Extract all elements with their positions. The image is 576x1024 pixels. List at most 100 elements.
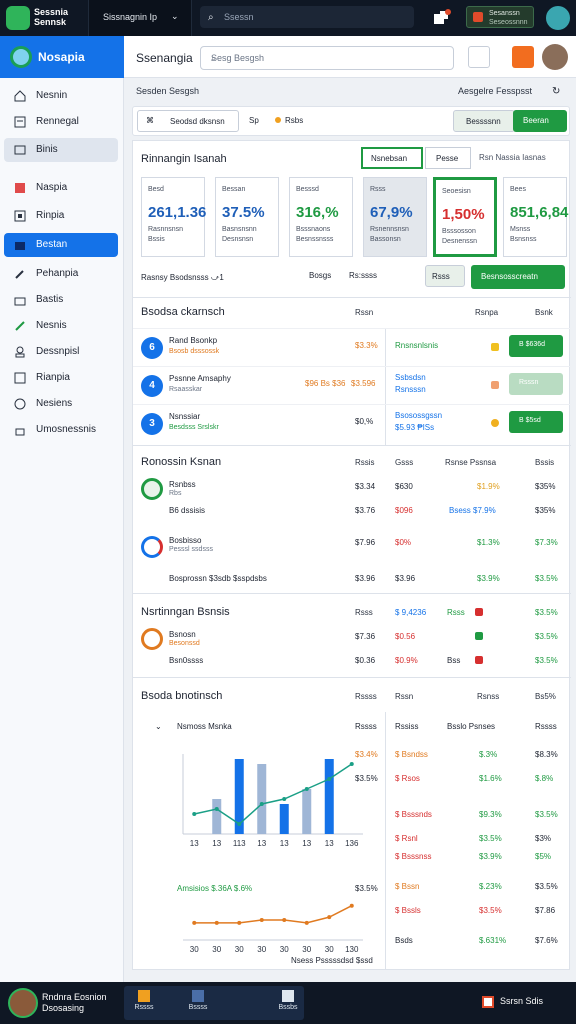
row-value: $0.36 (355, 656, 376, 665)
sidebar-item-6[interactable]: Pehanpia (4, 262, 118, 286)
tab-secondary[interactable]: Pesse (425, 147, 471, 169)
row-value: $3.96 (355, 574, 376, 583)
kpi-card[interactable]: Besssd 316,% Bsssnaons Besnssnsss (289, 177, 353, 257)
toolbar-rs[interactable]: Rsbs (285, 116, 303, 125)
filter-select-2[interactable]: Rs:ssss (349, 271, 377, 280)
table-row[interactable]: 4 Pssnne Amsaphy Rsaasskar $96 Bs $36 $3… (133, 366, 571, 404)
row-action-button[interactable]: B $636d (509, 335, 563, 357)
bottom-bar: Rndnra Eosnion Dsosasing Rssss Bssss Bss… (0, 982, 576, 1024)
row-value: $7.96 (355, 538, 376, 547)
list-value: $1.6% (479, 774, 502, 783)
row-title: Rand Bsonkp (169, 336, 218, 345)
list-value: $8.3% (535, 750, 558, 759)
column-header: Bs5% (535, 692, 556, 701)
sidebar-item-1[interactable]: Rennegal (4, 110, 118, 134)
dock-item[interactable]: Bssbs (270, 988, 306, 1018)
notification-chip[interactable]: Sesanssn Seseossnnn (466, 6, 534, 28)
sidebar-item-3[interactable]: Naspia (4, 176, 118, 200)
filter-button[interactable]: Rsss (425, 265, 465, 287)
workspace-icon (10, 46, 32, 68)
sidebar-item-7[interactable]: Bastis (4, 288, 118, 312)
filter-icon: ⌘ (146, 116, 154, 125)
row-action-button-disabled[interactable]: Rsssn (509, 373, 563, 395)
brand-subname: Sennsk (34, 17, 67, 27)
bottom-avatar[interactable] (8, 988, 38, 1018)
user-avatar[interactable] (544, 4, 572, 32)
create-button[interactable]: Besnsosscreatn (471, 265, 565, 289)
list-item: $ Bssls (395, 906, 421, 915)
list-value: $3.5% (535, 882, 558, 891)
column-header: Rssss (535, 722, 557, 731)
panel-title: Rinnangin Isanah (141, 153, 227, 165)
list-item: $ Bssn (395, 882, 420, 891)
filter-label[interactable]: Rasnsy Bsodsnsss ⤻1 (141, 273, 224, 283)
sidebar-item-2[interactable]: Binis (4, 138, 118, 162)
chart-bar (302, 789, 312, 834)
table-row[interactable]: 3 Nsnssiar Besdsss Srslskr $0,% Bsosossg… (133, 404, 571, 442)
toolbar-sp[interactable]: Sp (249, 116, 259, 125)
gear-icon[interactable] (512, 46, 534, 68)
search-icon: ⌕ (211, 53, 217, 63)
tab-dropdown[interactable]: Rsn Nassia Iasnas (479, 153, 546, 162)
sidebar-item-12[interactable]: Umosnessnis (4, 418, 118, 442)
column-header: Rsnpa (475, 308, 499, 317)
kpi-card-selected[interactable]: Seoesisn 1,50% Bsssosson Desnenssn (433, 177, 497, 257)
row-value: Bsess $7.9% (449, 506, 496, 515)
sidebar-item-4[interactable]: Rinpia (4, 204, 118, 228)
row-value: $0.9% (395, 656, 418, 665)
sidebar-item-10[interactable]: Rianpia (4, 366, 118, 390)
header-avatar[interactable] (542, 44, 568, 70)
upload-icon[interactable] (490, 46, 512, 68)
dock-item[interactable]: Bssss (180, 988, 216, 1018)
row-ref: Bsosossgssn (395, 411, 443, 420)
toolbar: ⌘ Seodsd dksnsn Sp Rsbs Bessssnn Beeran (132, 106, 570, 136)
kpi-label: Seoesisn (442, 188, 471, 195)
list-value: $5% (535, 852, 552, 861)
toolbar-outline-button[interactable]: Bessssnn (453, 110, 515, 132)
kpi-card[interactable]: Rsss 67,9% Rsnennsnsn Bassonsn (363, 177, 427, 257)
list-value: $3.5% (479, 834, 502, 843)
x-tick-label: 30 (257, 945, 266, 954)
toolbar-chip[interactable]: ⌘ Seodsd dksnsn (137, 110, 239, 132)
row-sub: Bsosb dsssossk (169, 348, 220, 355)
section-4: Bsoda bnotinsch Rssss Rssn Rsnss Bs5% ⌄ … (133, 677, 571, 971)
sidebar-item-11[interactable]: Nesiens (4, 392, 118, 416)
refresh-icon[interactable]: ↻ (552, 86, 560, 97)
tab-primary[interactable]: Nsnebsan (361, 147, 423, 169)
account-switcher[interactable]: Sissnagnin Ip ⌄ (88, 0, 192, 36)
list-value: $.8% (535, 774, 554, 783)
line-chart: 30 30 30 30 30 30 30 130 (183, 903, 363, 954)
list-value: $.3% (479, 750, 498, 759)
status-square-icon (475, 632, 483, 640)
sidebar-item-0[interactable]: Nesnin (4, 84, 118, 108)
sidebar-item-5[interactable]: Bestan (4, 233, 118, 257)
dock-item[interactable]: Rssss (126, 988, 162, 1018)
filter-select-1[interactable]: Bosgs (309, 271, 331, 280)
sidebar-item-8[interactable]: Nesnis (4, 314, 118, 338)
kpi-card[interactable]: Bees 851,6,84 Msnss Bsnsnss (503, 177, 569, 257)
page-search-input[interactable]: Sesg Besgsh ⌕ (200, 46, 454, 70)
x-tick-label: 13 (212, 839, 221, 848)
row-action-button[interactable]: B $5sd (509, 411, 563, 433)
kpi-card[interactable]: Bessan 37.5% Basnsnsnn Desnsnsn (215, 177, 279, 257)
sidebar-item-9[interactable]: Dessnpisl (4, 340, 118, 364)
global-search[interactable]: ⌕ Ssessn (200, 6, 414, 28)
row-value: $096 (395, 506, 413, 515)
row-ref: Ssbsdsn (395, 373, 426, 382)
kpi-value: 851,6,84 (510, 204, 569, 221)
kpi-card[interactable]: Besd 261,1.36 Rasnnsnsn Bssis (141, 177, 206, 257)
list-value: $.631% (479, 936, 507, 945)
section-2: Ronossin Ksnan Rssis Gsss Rsnse Pssnsa B… (133, 445, 571, 589)
notifications-icon[interactable] (432, 8, 452, 28)
row-sub: Rbs (169, 490, 182, 497)
kpi-label: Rsss (370, 186, 386, 193)
chevron-down-icon[interactable]: ⌄ (155, 722, 162, 731)
bag-icon (14, 294, 26, 306)
notif-line2: Seseossnnn (489, 19, 528, 26)
breadcrumb[interactable]: Sesden Sesgsh (136, 86, 199, 96)
toolbar-primary-button[interactable]: Beeran (513, 110, 567, 132)
bag-icon[interactable] (468, 46, 490, 68)
table-row[interactable]: 6 Rand Bsonkp Bsosb dsssossk $3.3% Rnsns… (133, 328, 571, 366)
page-title: Ssenangia (136, 51, 193, 65)
breadcrumb-right[interactable]: Aesgelre Fesspsst (458, 86, 532, 96)
